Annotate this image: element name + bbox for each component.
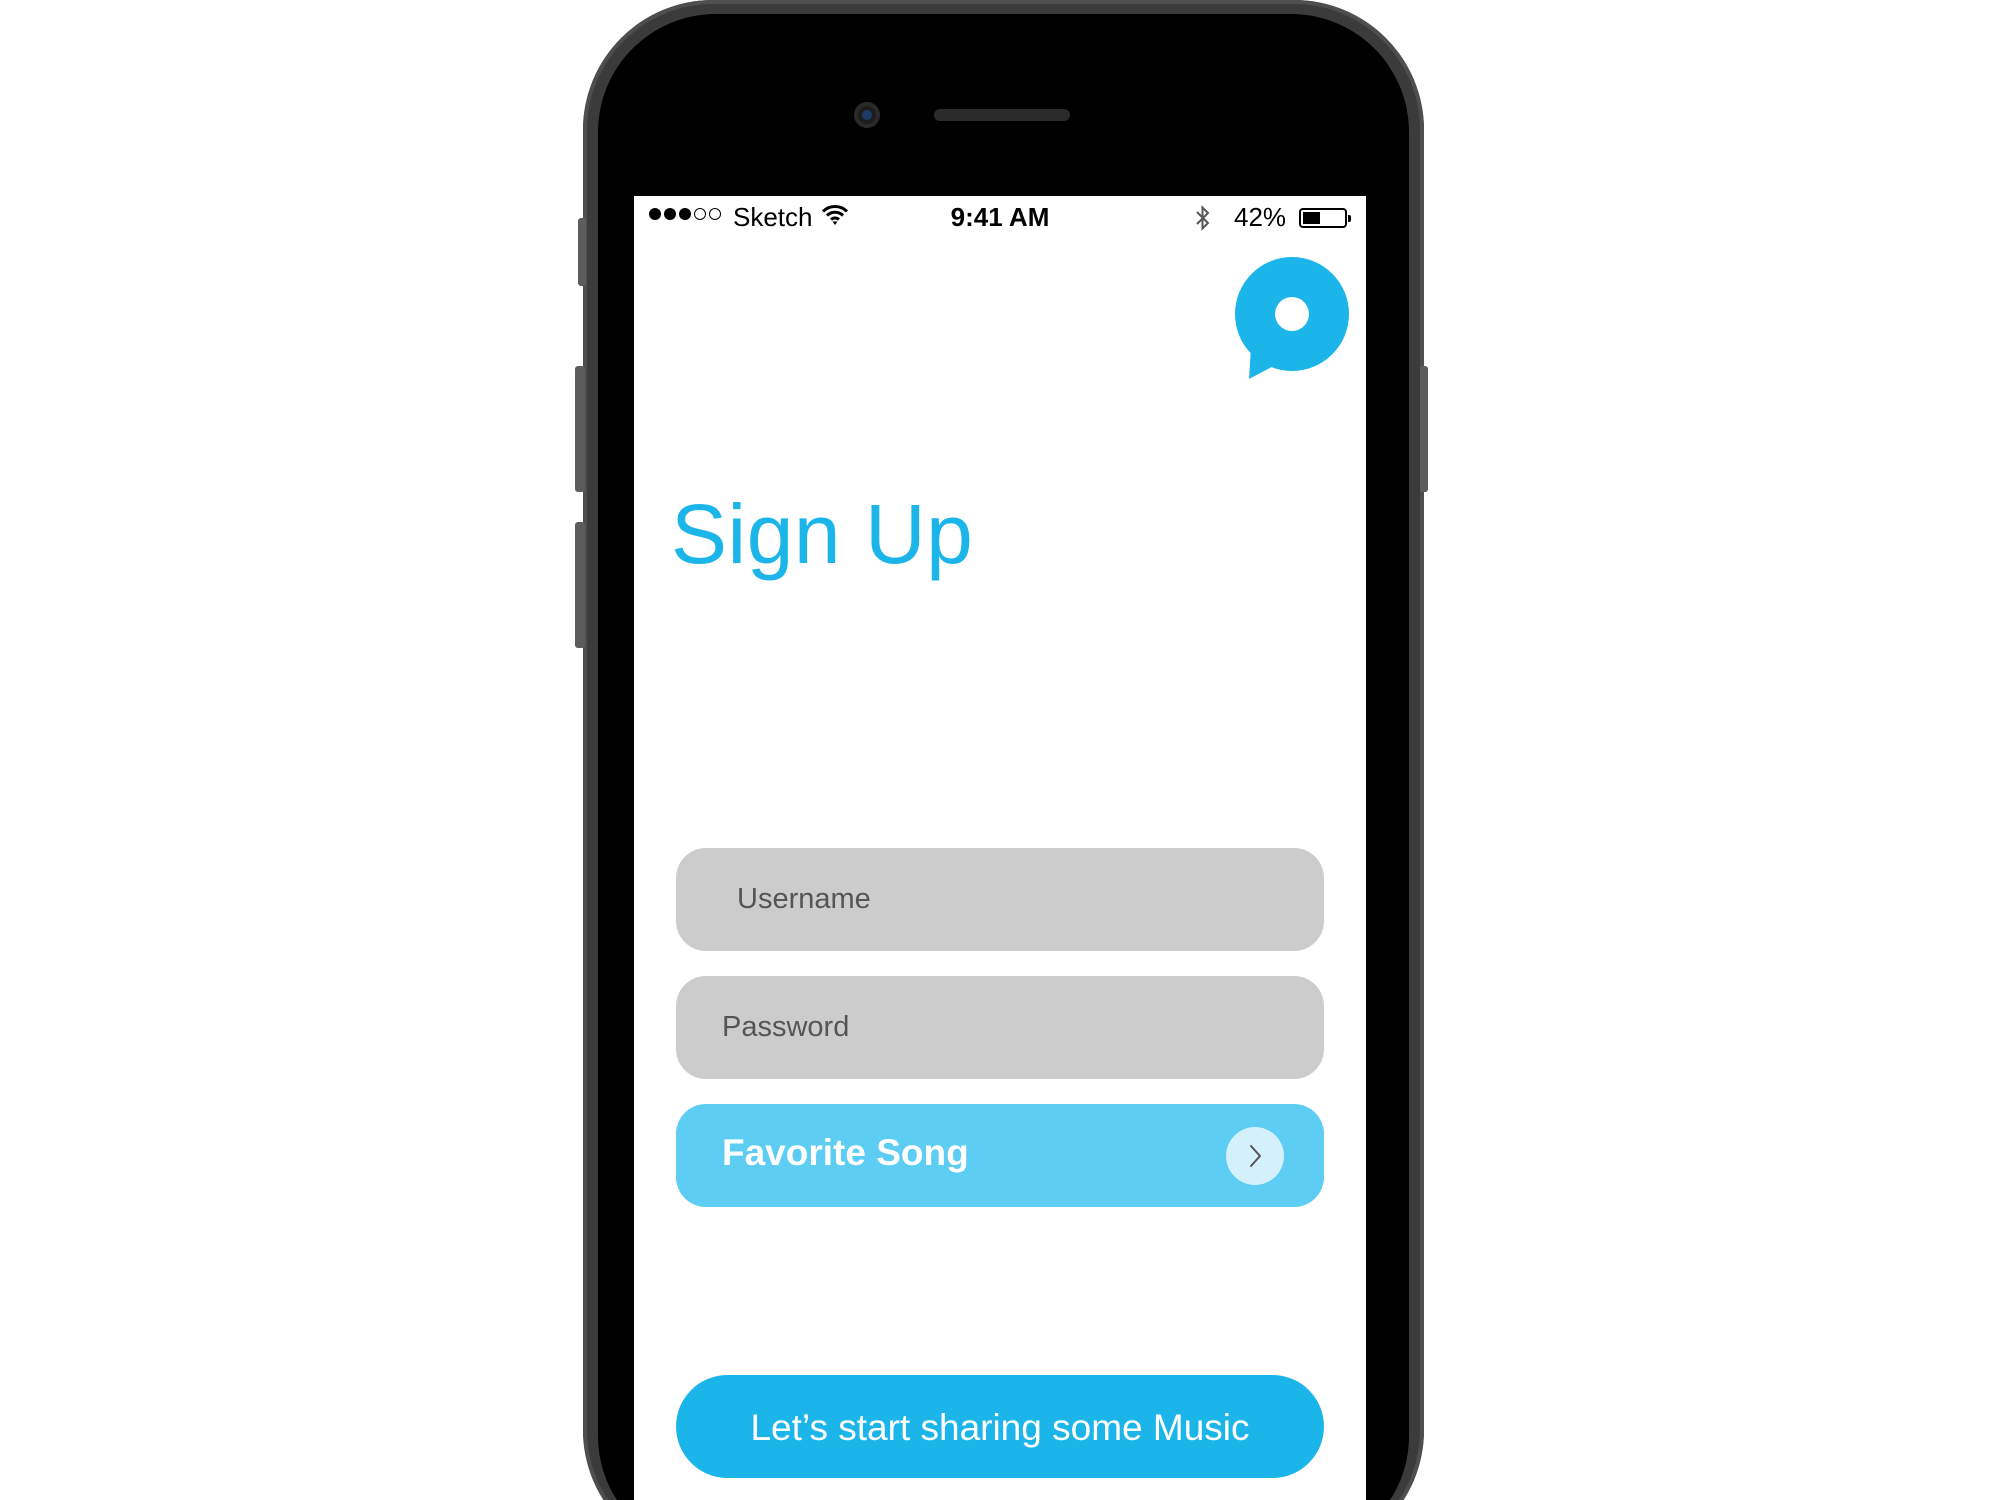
username-input[interactable] — [676, 848, 1324, 951]
front-camera — [854, 102, 880, 128]
battery-tip — [1348, 215, 1351, 222]
page-title: Sign Up — [671, 487, 974, 581]
chat-bubble-logo-icon[interactable] — [1231, 257, 1351, 382]
bluetooth-icon — [1196, 205, 1210, 231]
chevron-right-icon[interactable] — [1226, 1127, 1284, 1185]
favorite-song-button[interactable]: Favorite Song — [676, 1104, 1324, 1207]
battery-percentage: 42% — [1234, 202, 1287, 232]
volume-up-button — [575, 366, 585, 492]
battery-icon — [1299, 208, 1347, 228]
chevron-right-glyph — [1250, 1145, 1261, 1167]
mockup-stage: Sketch 9:41 AM 42% Sign Up Username Favo… — [0, 0, 2000, 1500]
mute-switch — [578, 218, 586, 286]
battery-level — [1303, 212, 1320, 224]
volume-down-button — [575, 522, 585, 648]
password-field — [676, 976, 1324, 1079]
username-field — [676, 848, 1324, 951]
earpiece-speaker — [934, 109, 1070, 121]
app-screen: Sketch 9:41 AM 42% Sign Up Username Favo… — [634, 196, 1366, 1500]
favorite-song-label: Favorite Song — [722, 1132, 969, 1173]
start-sharing-button[interactable]: Let’s start sharing some Music — [676, 1375, 1324, 1478]
status-bar: Sketch 9:41 AM 42% — [634, 196, 1366, 240]
password-input[interactable] — [676, 976, 1324, 1079]
power-button — [1420, 366, 1428, 492]
